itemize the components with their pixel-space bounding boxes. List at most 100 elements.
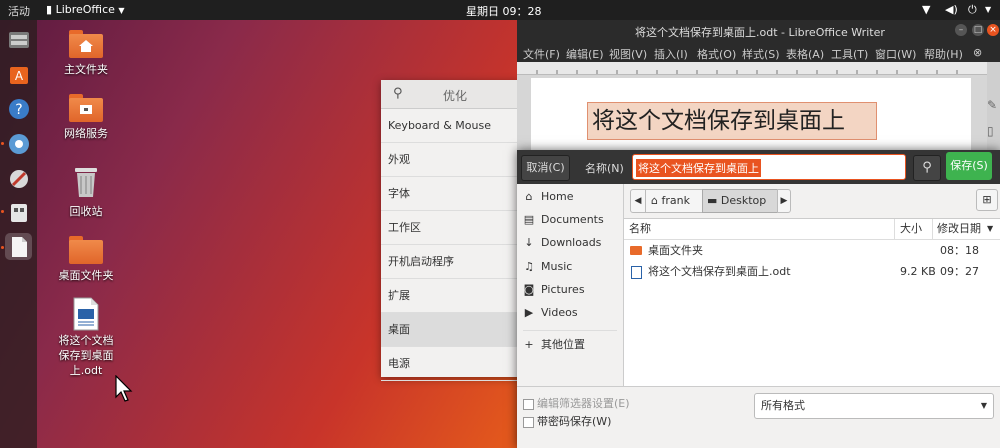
- network-icon[interactable]: ▼: [922, 3, 930, 16]
- desktop-icon-document[interactable]: 将这个文档 保存到桌面 上.odt: [46, 297, 126, 378]
- menu-window[interactable]: 窗口(W): [875, 46, 916, 62]
- writer-titlebar: 将这个文档保存到桌面上.odt - LibreOffice Writer – □…: [517, 20, 1000, 42]
- videos-icon: ▶: [524, 306, 534, 319]
- help-launcher[interactable]: ?: [5, 95, 32, 122]
- menu-edit[interactable]: 编辑(E): [566, 46, 604, 62]
- place-label: Documents: [541, 213, 604, 226]
- desktop-icon-label: 回收站: [69, 205, 103, 218]
- column-modified[interactable]: 修改日期: [937, 219, 981, 239]
- menu-file[interactable]: 文件(F): [523, 46, 560, 62]
- app-name: LibreOffice: [55, 3, 115, 16]
- file-name: 将这个文档保存到桌面上.odt: [648, 265, 791, 278]
- save-button[interactable]: 保存(S): [946, 152, 992, 180]
- running-indicator: [1, 142, 4, 145]
- desktop-icon-trash[interactable]: 回收站: [46, 166, 126, 219]
- password-label: 带密码保存(W): [537, 415, 612, 428]
- software-launcher[interactable]: A: [5, 60, 32, 87]
- create-folder-button[interactable]: ⊞: [976, 189, 998, 211]
- tweaks-item-fonts[interactable]: 字体: [381, 177, 521, 211]
- plus-icon: +: [524, 338, 534, 351]
- selected-text[interactable]: 将这个文档保存到桌面上: [587, 102, 877, 140]
- password-checkbox[interactable]: [523, 416, 534, 428]
- file-row[interactable]: 桌面文件夹 08：18: [624, 240, 1000, 261]
- file-row[interactable]: 将这个文档保存到桌面上.odt 9.2 KB 09：27: [624, 261, 1000, 282]
- close-button[interactable]: ×: [987, 24, 999, 36]
- tweaks-item-appearance[interactable]: 外观: [381, 143, 521, 177]
- sort-chevron-icon: ▼: [987, 224, 994, 233]
- tweaks-title: 优化: [443, 89, 468, 103]
- writer-document-icon: [11, 236, 27, 257]
- tweaks-item-power[interactable]: 电源: [381, 347, 521, 381]
- cancel-button[interactable]: 取消(C): [521, 155, 570, 181]
- column-name[interactable]: 名称: [629, 219, 651, 239]
- tweaks-item-desktop[interactable]: 桌面: [381, 313, 521, 347]
- chevron-down-icon: ▼: [980, 401, 987, 410]
- edit-filter-option[interactable]: 编辑筛选器设置(E): [523, 395, 630, 411]
- tweaks-item-workspaces[interactable]: 工作区: [381, 211, 521, 245]
- path-segment-desktop[interactable]: ▬ Desktop: [702, 189, 778, 213]
- path-forward-icon[interactable]: ▶: [777, 189, 791, 213]
- search-icon[interactable]: ⚲: [393, 86, 403, 101]
- place-videos[interactable]: ▶ Videos: [523, 303, 578, 323]
- search-icon: ⚲: [922, 160, 932, 175]
- path-back-icon[interactable]: ◀: [630, 189, 646, 213]
- menu-help[interactable]: 帮助(H): [924, 46, 963, 62]
- writer-launcher[interactable]: [5, 233, 32, 260]
- calculator-launcher[interactable]: [5, 199, 32, 226]
- properties-icon[interactable]: ✎: [987, 98, 997, 112]
- path-bar: ◀ ⌂ frank ▬ Desktop ▶ ⊞: [624, 184, 1000, 216]
- menu-format[interactable]: 格式(O): [697, 46, 736, 62]
- app-menu[interactable]: ▮ LibreOffice ▼: [46, 3, 125, 16]
- place-music[interactable]: ♫ Music: [523, 257, 572, 277]
- menu-styles[interactable]: 样式(S): [742, 46, 780, 62]
- page-icon[interactable]: ▯: [987, 124, 994, 138]
- close-document-icon[interactable]: ⊗: [973, 46, 982, 59]
- place-label: Pictures: [541, 283, 585, 296]
- path-segment-label: Desktop: [720, 194, 767, 207]
- password-option[interactable]: 带密码保存(W): [523, 413, 611, 429]
- edit-filter-checkbox[interactable]: [523, 398, 534, 410]
- place-pictures[interactable]: ◙ Pictures: [523, 280, 585, 300]
- place-downloads[interactable]: ↓ Downloads: [523, 233, 601, 253]
- running-indicator: [1, 210, 4, 213]
- search-button[interactable]: ⚲: [913, 155, 941, 181]
- desktop-icon-folder[interactable]: 桌面文件夹: [46, 236, 126, 283]
- tweaks-item-extensions[interactable]: 扩展: [381, 279, 521, 313]
- maximize-button[interactable]: □: [972, 24, 984, 36]
- help-icon: ?: [8, 98, 29, 119]
- desktop-icon-home[interactable]: 主文件夹: [46, 30, 126, 77]
- menu-view[interactable]: 视图(V): [609, 46, 647, 62]
- place-home[interactable]: ⌂ Home: [523, 187, 574, 207]
- browser-launcher[interactable]: [5, 130, 32, 157]
- clock[interactable]: 星期日 09：28: [466, 3, 542, 19]
- place-other-locations[interactable]: + 其他位置: [523, 335, 585, 355]
- file-modified: 08：18: [940, 244, 979, 257]
- tweaks-item-startup[interactable]: 开机启动程序: [381, 245, 521, 279]
- settings-launcher[interactable]: [5, 165, 32, 192]
- menu-table[interactable]: 表格(A): [786, 46, 824, 62]
- power-icon[interactable]: ⏻: [968, 3, 977, 17]
- desktop-icon-label: 主文件夹: [64, 63, 108, 76]
- path-segment-frank[interactable]: ⌂ frank: [645, 189, 703, 213]
- tweaks-item-keyboard-mouse[interactable]: Keyboard & Mouse: [381, 109, 521, 143]
- pictures-icon: ◙: [523, 283, 535, 296]
- desktop-icon-network[interactable]: 网络服务: [46, 94, 126, 141]
- column-size[interactable]: 大小: [900, 219, 922, 239]
- minimize-button[interactable]: –: [955, 24, 967, 36]
- menu-tools[interactable]: 工具(T): [831, 46, 868, 62]
- volume-icon[interactable]: ◀): [945, 3, 958, 16]
- filename-input[interactable]: 将这个文档保存到桌面上: [632, 154, 906, 180]
- files-launcher[interactable]: [5, 26, 32, 53]
- filename-selection: 将这个文档保存到桌面上: [636, 159, 761, 177]
- column-divider: [932, 219, 933, 239]
- mouse-cursor-icon: [115, 375, 133, 402]
- horizontal-ruler[interactable]: [517, 62, 987, 75]
- place-label: Videos: [541, 306, 578, 319]
- activities-button[interactable]: 活动: [8, 3, 30, 19]
- filetype-select[interactable]: 所有格式 ▼: [754, 393, 994, 419]
- menu-insert[interactable]: 插入(I): [654, 46, 688, 62]
- file-manager-icon: [8, 31, 29, 48]
- system-menu-chevron-icon[interactable]: ▼: [985, 5, 991, 14]
- chromium-icon: [8, 133, 29, 154]
- place-documents[interactable]: ▤ Documents: [523, 210, 604, 230]
